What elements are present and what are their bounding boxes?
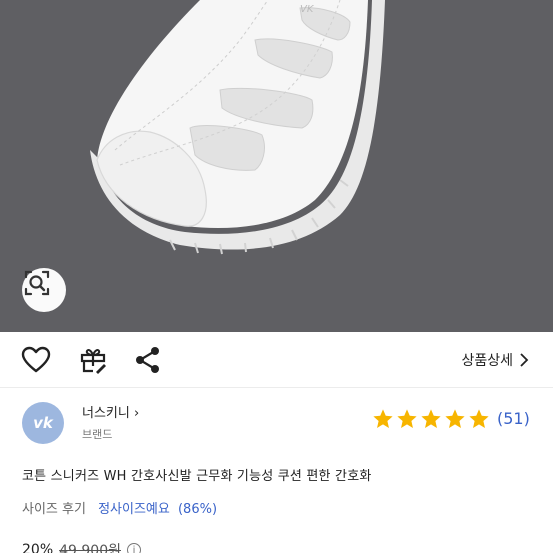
gift-button[interactable] — [77, 344, 109, 376]
info-icon[interactable]: i — [127, 543, 141, 553]
sneaker-illustration: VK — [90, 0, 385, 255]
brand-type-label: 브랜드 — [82, 428, 113, 441]
svg-text:VK: VK — [300, 4, 315, 15]
review-count[interactable]: (51) — [497, 409, 530, 428]
star-icon — [445, 409, 465, 428]
share-button[interactable] — [132, 344, 164, 376]
star-icon — [397, 409, 417, 428]
discount-rate: 20% — [22, 542, 54, 553]
lens-search-icon — [24, 270, 50, 296]
brand-chevron-icon: › — [129, 406, 140, 421]
product-image[interactable]: VK — [0, 0, 553, 332]
gift-icon — [80, 349, 106, 374]
wishlist-button[interactable] — [20, 344, 52, 376]
size-review-row[interactable]: 사이즈 후기 정사이즈예요 (86%) — [22, 498, 217, 517]
action-bar: 상품상세 — [0, 332, 553, 388]
size-review-label: 사이즈 후기 — [22, 502, 86, 517]
product-title: 코튼 스니커즈 WH 간호사신발 근무화 기능성 쿠션 편한 간호화 — [22, 469, 372, 484]
lens-search-button[interactable] — [22, 268, 66, 312]
star-icon — [373, 409, 393, 428]
brand-name: 너스키니 — [82, 406, 130, 421]
brand-name-link[interactable]: 너스키니 › — [82, 402, 139, 421]
brand-logo[interactable]: vk — [22, 402, 64, 444]
heart-icon — [21, 346, 51, 373]
size-review-value: 정사이즈예요 — [98, 502, 170, 517]
star-icon — [421, 409, 441, 428]
chevron-right-icon — [520, 353, 529, 367]
product-detail-link[interactable]: 상품상세 — [461, 350, 529, 370]
original-price: 49,900원 — [59, 543, 121, 553]
rating-stars[interactable] — [372, 408, 490, 430]
share-icon — [136, 347, 159, 373]
star-icon — [469, 409, 489, 428]
size-review-percent: (86%) — [177, 502, 218, 517]
product-detail-label: 상품상세 — [461, 353, 513, 369]
price-row: 20% 49,900원 i — [22, 540, 141, 553]
brand-logo-mark: vk — [33, 413, 53, 432]
